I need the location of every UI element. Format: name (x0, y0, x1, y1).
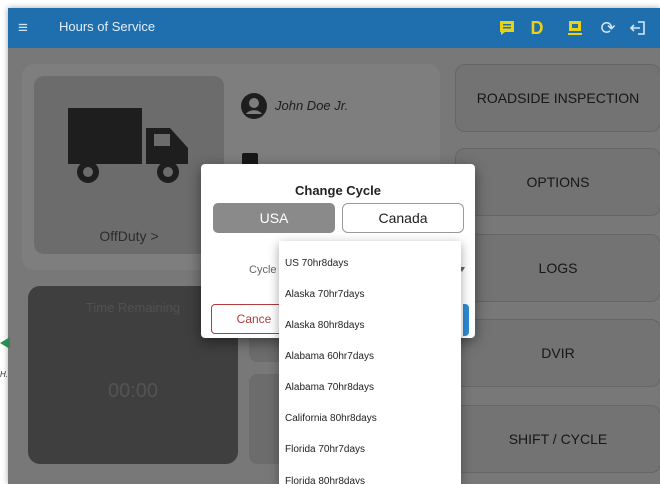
dropdown-option[interactable]: Alaska 80hr8days (285, 318, 455, 334)
refresh-icon[interactable]: ⟳ (597, 17, 619, 39)
tab-usa[interactable]: USA (213, 203, 335, 233)
device-sync-icon[interactable] (564, 17, 586, 39)
dropdown-option[interactable]: US 70hr8days (285, 256, 455, 272)
menu-icon[interactable]: ≡ (18, 18, 38, 38)
logo-fragment-icon (0, 337, 10, 349)
app-title: Hours of Service (59, 19, 156, 34)
message-icon[interactable] (496, 17, 518, 39)
dropdown-option[interactable]: Alaska 70hr7days (285, 287, 455, 303)
tab-canada[interactable]: Canada (342, 203, 464, 233)
top-app-bar: ≡ Hours of Service D ⟳ (8, 8, 660, 48)
dropdown-option[interactable]: Alabama 70hr8days (285, 380, 455, 396)
cycle-label: Cycle (249, 264, 277, 276)
dropdown-option[interactable]: California 80hr8days (285, 411, 455, 427)
edge-text: H. (0, 370, 8, 379)
dropdown-option[interactable]: Florida 80hr8days (285, 474, 455, 484)
driving-status-badge[interactable]: D (526, 17, 548, 39)
cycle-dropdown-list: US 70hr8days Alaska 70hr7days Alaska 80hr8… (279, 241, 461, 484)
dropdown-option[interactable]: Florida 70hr7days (285, 442, 455, 458)
dialog-title: Change Cycle (295, 183, 381, 198)
logout-icon[interactable] (627, 17, 649, 39)
dropdown-option[interactable]: Alabama 60hr7days (285, 349, 455, 365)
save-button[interactable] (463, 304, 469, 336)
